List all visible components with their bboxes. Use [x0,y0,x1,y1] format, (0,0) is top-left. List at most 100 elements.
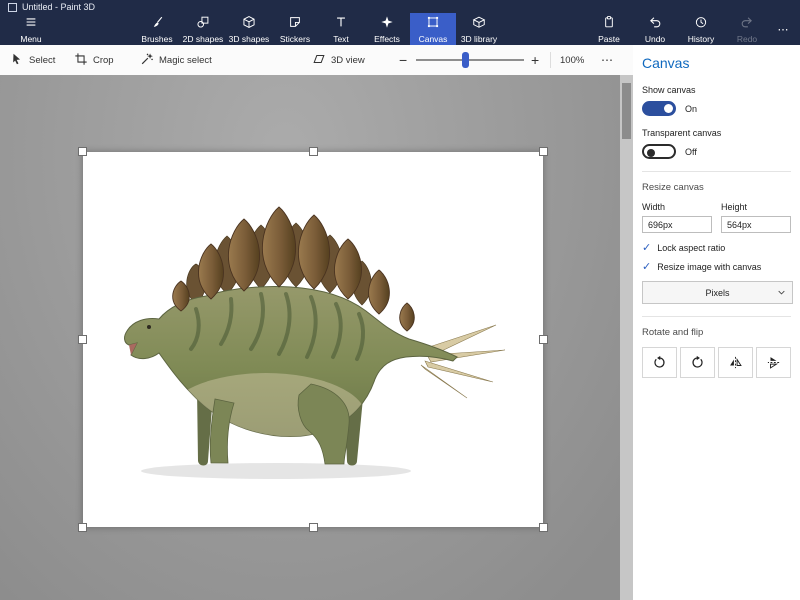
magic-select-button[interactable]: Magic select [140,45,212,75]
tab-3d-shapes[interactable]: 3D shapes [226,13,272,45]
checkmark-icon: ✓ [642,243,651,253]
history-button[interactable]: History [678,13,724,45]
rotate-right-button[interactable] [680,347,715,378]
menu-icon [24,15,38,31]
drawing-canvas[interactable] [83,152,543,527]
show-canvas-toggle[interactable] [642,101,676,116]
menu-button[interactable]: Menu [6,13,56,45]
tab-brushes[interactable]: Brushes [134,13,180,45]
lock-aspect-ratio-checkbox[interactable]: ✓ Lock aspect ratio [642,243,791,253]
selection-handle-top-left[interactable] [78,147,87,156]
menu-label: Menu [20,34,41,44]
tab-2d-shapes[interactable]: 2D shapes [180,13,226,45]
zoom-level-value[interactable]: 100% [560,45,584,75]
ellipsis-icon: ⋯ [778,23,789,36]
selection-handle-middle-left[interactable] [78,335,87,344]
tab-3d-library[interactable]: 3D library [456,13,502,45]
canvas-side-panel: Canvas Show canvas On Transparent canvas… [633,45,800,600]
panel-title: Canvas [642,55,791,71]
crop-tool-button[interactable]: Crop [74,45,114,75]
selection-handle-top-center[interactable] [309,147,318,156]
stickers-icon [288,15,302,31]
zoom-out-button[interactable]: − [399,45,407,75]
ellipsis-icon: ⋯ [601,53,613,67]
paste-icon [602,15,616,31]
flip-vertical-button[interactable] [756,347,791,378]
lock-aspect-ratio-label: Lock aspect ratio [657,243,725,253]
rotate-left-button[interactable] [642,347,677,378]
3d-library-icon [472,15,486,31]
canvas-icon [426,15,440,31]
resize-canvas-section-label: Resize canvas [642,182,791,193]
toolbar-separator [550,52,551,68]
checkmark-icon: ✓ [642,262,651,272]
tab-effects[interactable]: Effects [364,13,410,45]
chevron-down-icon [777,288,786,297]
units-dropdown[interactable]: Pixels [642,281,793,304]
crop-icon [74,52,88,69]
units-value: Pixels [705,288,729,298]
zoom-slider-thumb[interactable] [462,52,469,68]
flip-horizontal-icon [728,355,743,370]
canvas-object-stegosaurus[interactable] [111,198,511,490]
redo-icon [740,15,754,31]
flip-horizontal-button[interactable] [718,347,753,378]
width-label: Width [642,202,712,212]
paint3d-window: Untitled - Paint 3D Menu Brushes 2D shap… [0,0,800,600]
paste-button[interactable]: Paste [586,13,632,45]
panel-divider [642,171,791,172]
rotate-right-icon [690,355,705,370]
3d-shapes-icon [242,15,256,31]
top-toolbar: Untitled - Paint 3D Menu Brushes 2D shap… [0,0,800,45]
tab-canvas[interactable]: Canvas [410,13,456,45]
rotate-flip-section-label: Rotate and flip [642,327,791,338]
history-icon [694,15,708,31]
selection-handle-top-right[interactable] [539,147,548,156]
canvas-toolbar: Select Crop Magic select 3D view − + 100… [0,45,633,76]
select-cursor-icon [10,52,24,69]
ribbon-tabs: Brushes 2D shapes 3D shapes Stickers Tex… [134,13,502,45]
brush-icon [150,15,164,31]
selection-handle-bottom-right[interactable] [539,523,548,532]
vertical-scrollbar[interactable] [620,75,633,600]
tab-text[interactable]: Text [318,13,364,45]
canvas-width-input[interactable] [642,216,712,233]
transparent-canvas-toggle[interactable] [642,144,676,159]
canvas-workspace[interactable] [0,75,633,600]
magic-wand-icon [140,52,154,69]
text-icon [334,15,348,31]
effects-icon [380,15,394,31]
3d-view-button[interactable]: 3D view [312,45,365,75]
zoom-slider-track[interactable] [416,59,524,61]
window-title: Untitled - Paint 3D [22,2,95,12]
rotate-left-icon [652,355,667,370]
canvas-height-input[interactable] [721,216,791,233]
ribbon-actions: Paste Undo History Redo ⋯ [586,13,796,45]
zoom-in-button[interactable]: + [531,45,539,75]
select-tool-button[interactable]: Select [10,45,55,75]
zoom-slider[interactable] [416,45,524,75]
tab-stickers[interactable]: Stickers [272,13,318,45]
selection-handle-middle-right[interactable] [539,335,548,344]
selection-handle-bottom-left[interactable] [78,523,87,532]
ribbon-more-button[interactable]: ⋯ [770,13,796,45]
toolbar-more-button[interactable]: ⋯ [601,45,613,75]
undo-button[interactable]: Undo [632,13,678,45]
height-label: Height [721,202,791,212]
transparent-canvas-label: Transparent canvas [642,128,791,138]
redo-button[interactable]: Redo [724,13,770,45]
show-canvas-state: On [685,104,697,114]
undo-icon [648,15,662,31]
scrollbar-thumb[interactable] [622,83,631,139]
resize-image-with-canvas-checkbox[interactable]: ✓ Resize image with canvas [642,262,791,272]
flip-vertical-icon [766,355,781,370]
window-title-bar: Untitled - Paint 3D [8,2,95,12]
selection-handle-bottom-center[interactable] [309,523,318,532]
resize-image-label: Resize image with canvas [657,262,761,272]
app-icon [8,3,17,12]
show-canvas-label: Show canvas [642,85,791,95]
panel-divider [642,316,791,317]
transparent-canvas-state: Off [685,147,697,157]
2d-shapes-icon [196,15,210,31]
3d-view-icon [312,52,326,69]
